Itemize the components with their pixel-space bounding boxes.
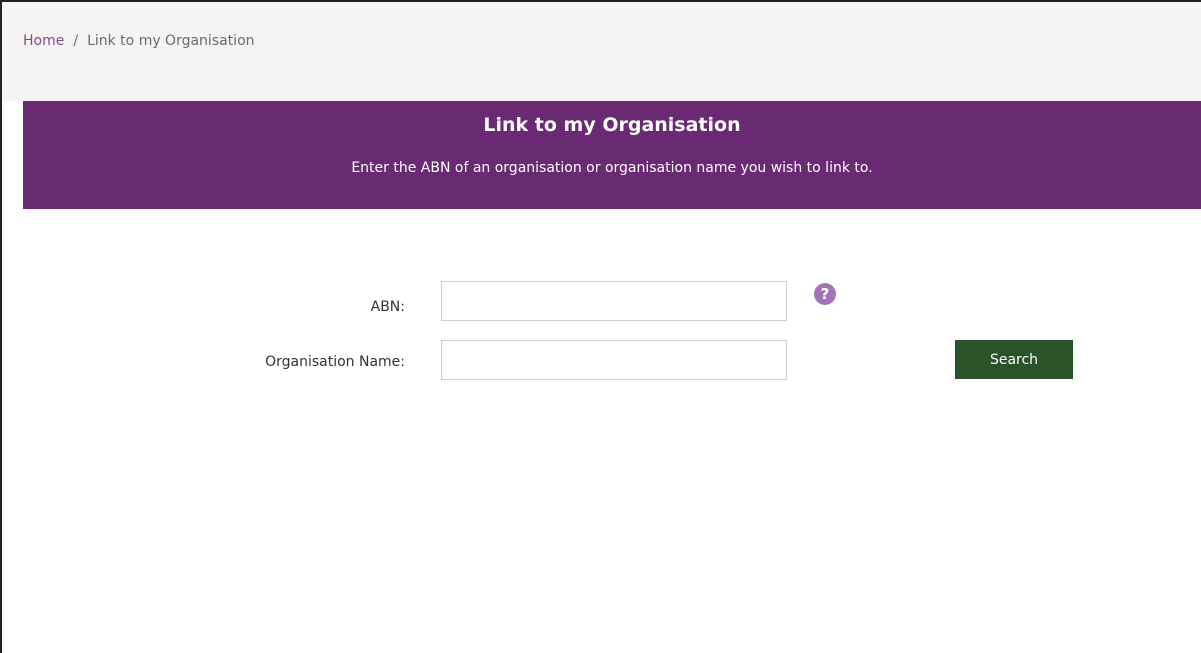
organisation-name-input[interactable] <box>441 340 787 380</box>
breadcrumb-separator: / <box>73 33 79 49</box>
main-content: Link to my Organisation Enter the ABN of… <box>23 101 1201 653</box>
breadcrumb: Home / Link to my Organisation <box>23 33 255 49</box>
page-subtitle: Enter the ABN of an organisation or orga… <box>351 160 873 176</box>
breadcrumb-home-link[interactable]: Home <box>23 33 64 49</box>
question-mark-icon[interactable]: ? <box>814 283 836 305</box>
breadcrumb-current: Link to my Organisation <box>87 33 255 49</box>
page-banner: Link to my Organisation Enter the ABN of… <box>23 101 1201 209</box>
abn-input[interactable] <box>441 281 787 321</box>
page-title: Link to my Organisation <box>483 114 741 136</box>
page-frame: Home / Link to my Organisation Link to m… <box>0 0 1201 653</box>
abn-label: ABN: <box>370 299 405 315</box>
search-button[interactable]: Search <box>955 340 1073 379</box>
organisation-name-label: Organisation Name: <box>265 354 405 370</box>
breadcrumb-bar: Home / Link to my Organisation <box>2 2 1201 101</box>
